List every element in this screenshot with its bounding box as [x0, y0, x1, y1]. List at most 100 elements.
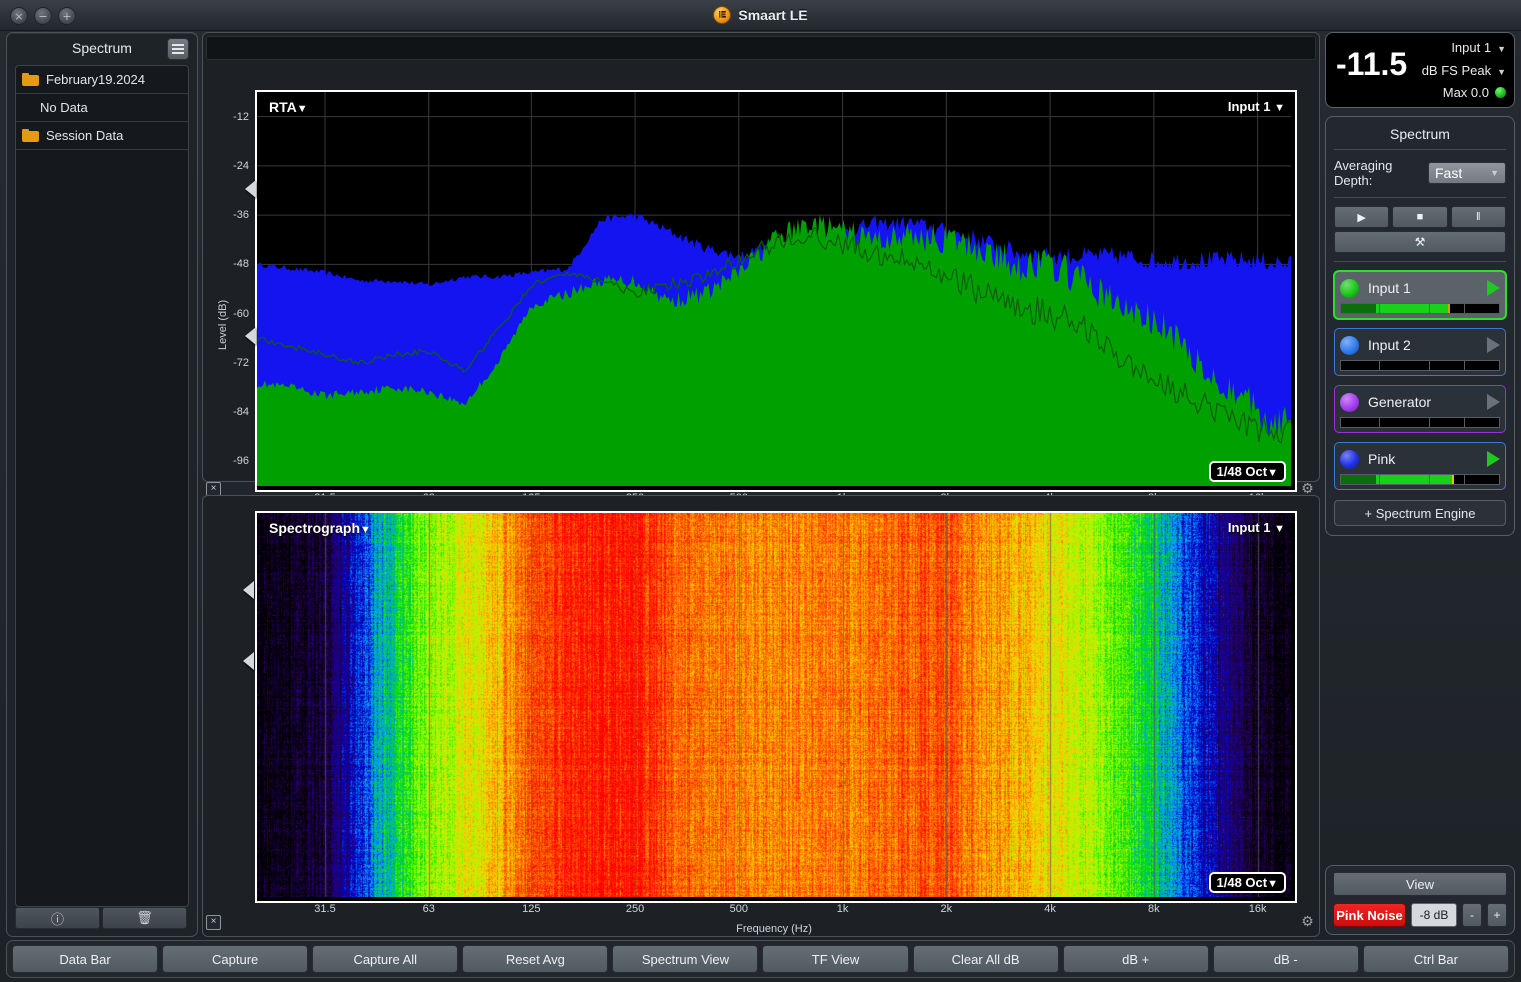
rta-y-tick: -84 [233, 406, 249, 419]
toolbar-button-ctrl-bar[interactable]: Ctrl Bar [1362, 945, 1509, 973]
spectrograph-settings-gear-icon[interactable]: ⚙ [1300, 914, 1315, 929]
info-icon[interactable]: ⓘ [15, 907, 100, 929]
list-item-session-data[interactable]: Session Data [16, 122, 188, 150]
channel-label: Generator [1368, 394, 1432, 410]
spectrograph-x-tick: 500 [729, 903, 748, 915]
smaart-logo-icon: IE [713, 6, 732, 24]
level-value: -11.5 [1336, 46, 1408, 82]
rta-graph [257, 92, 1291, 486]
rta-resolution-selector[interactable]: 1/48 Oct▼ [1208, 461, 1286, 482]
spectrum-panel-title: Spectrum [1390, 126, 1450, 142]
channel-color-icon [1340, 335, 1359, 355]
toolbar-button-data-bar[interactable]: Data Bar [12, 945, 159, 973]
spectrograph-close-icon[interactable]: × [206, 915, 221, 930]
view-button[interactable]: View [1333, 872, 1507, 896]
level-meter-readout: -11.5 Input 1 ▼ dB FS Peak ▼ Max 0.0 [1325, 32, 1515, 108]
averaging-depth-select[interactable]: Fast ▼ [1428, 162, 1506, 184]
trash-icon[interactable]: 🗑 [102, 907, 187, 929]
channel-input-2[interactable]: Input 2 [1334, 328, 1506, 376]
channel-input-1[interactable]: Input 1 [1334, 271, 1506, 319]
play-button[interactable]: ▶ [1334, 206, 1390, 228]
channel-label: Input 2 [1368, 337, 1411, 353]
toolbar-button-spectrum-view[interactable]: Spectrum View [612, 945, 759, 973]
add-spectrum-engine-button[interactable]: + Spectrum Engine [1334, 500, 1506, 526]
smaart-app-window: × − + IE Smaart LE Spectrum February19.2… [0, 0, 1521, 982]
chevron-down-icon: ▼ [1497, 67, 1506, 77]
channel-level-meter [1340, 417, 1500, 428]
chevron-down-icon: ▼ [360, 524, 371, 536]
spectrograph-x-tick: 16k [1248, 903, 1267, 915]
left-sidebar: Spectrum February19.2024 No Data Session… [6, 32, 198, 937]
toolbar-button-clear-all-db[interactable]: Clear All dB [912, 945, 1059, 973]
sidebar-header: Spectrum [7, 33, 197, 63]
spectrograph-plot[interactable]: Spectrograph▼ Input 1 ▼ 1/48 Oct▼ [255, 511, 1297, 903]
toolbar-button-db[interactable]: dB - [1212, 945, 1359, 973]
folder-icon [22, 129, 39, 142]
rta-y-tick: -96 [233, 455, 249, 468]
spectrograph-x-tick: 63 [422, 903, 435, 915]
list-item-label: Session Data [46, 128, 124, 143]
spectrograph-upper-threshold-handle[interactable] [243, 581, 254, 599]
chevron-down-icon: ▼ [1490, 168, 1499, 178]
rta-panel: Level (dB) -12 -24 -36 -48 -60 -72 -84 -96 RTA▼… [202, 32, 1320, 524]
list-item-no-data[interactable]: No Data [16, 94, 188, 122]
level-source-selector[interactable]: Input 1 ▼ [1451, 40, 1506, 55]
spectrograph-x-tick: 1k [836, 903, 849, 915]
channel-play-icon[interactable] [1487, 451, 1500, 467]
toolbar-button-db[interactable]: dB + [1062, 945, 1209, 973]
rta-y-tick: -36 [233, 209, 249, 222]
hamburger-icon[interactable] [167, 38, 189, 60]
channel-generator[interactable]: Generator [1334, 385, 1506, 433]
chevron-down-icon: ▼ [1267, 467, 1278, 479]
generator-level-decrement-button[interactable]: - [1462, 903, 1482, 927]
rta-title[interactable]: RTA▼ [269, 99, 308, 115]
generator-level-field[interactable]: -8 dB [1411, 903, 1457, 927]
chevron-down-icon: ▼ [1497, 44, 1506, 54]
channel-list: Input 1 Input 2 Generator Pink [1334, 271, 1506, 490]
stop-button[interactable]: ■ [1392, 206, 1448, 228]
rta-lower-threshold-handle[interactable] [245, 327, 256, 346]
spectrograph-x-tick: 4k [1044, 903, 1056, 915]
rta-settings-gear-icon[interactable]: ⚙ [1300, 481, 1315, 496]
folder-open-icon [22, 73, 39, 86]
channel-pink[interactable]: Pink [1334, 442, 1506, 490]
tools-button[interactable]: ⚒ [1334, 231, 1506, 253]
status-indicator-icon [1495, 87, 1506, 98]
spectrograph-lower-threshold-handle[interactable] [243, 652, 254, 670]
channel-play-icon[interactable] [1487, 337, 1500, 353]
pause-button[interactable]: ‖ [1450, 206, 1506, 228]
rta-y-tick: -48 [233, 258, 249, 271]
toolbar-button-capture-all[interactable]: Capture All [312, 945, 459, 973]
toolbar-button-tf-view[interactable]: TF View [762, 945, 909, 973]
sidebar-title: Spectrum [72, 40, 132, 56]
spectrograph-resolution-selector[interactable]: 1/48 Oct▼ [1208, 872, 1286, 893]
level-unit-selector[interactable]: dB FS Peak ▼ [1422, 63, 1506, 78]
list-item-session-folder[interactable]: February19.2024 [16, 66, 188, 94]
title-bar: × − + IE Smaart LE [0, 0, 1521, 31]
toolbar-button-capture[interactable]: Capture [162, 945, 309, 973]
view-panel: View Pink Noise -8 dB - + [1325, 865, 1515, 935]
chevron-down-icon: ▼ [1274, 102, 1285, 114]
channel-play-icon[interactable] [1487, 280, 1500, 296]
channel-level-meter [1340, 303, 1500, 314]
rta-upper-threshold-handle[interactable] [245, 179, 256, 198]
spectrograph-title[interactable]: Spectrograph▼ [269, 520, 371, 536]
rta-y-tick: -72 [233, 356, 249, 369]
transport-controls: ▶ ■ ‖ [1334, 206, 1506, 228]
spectrograph-x-tick: 31.5 [314, 903, 336, 915]
spectrograph-source-selector[interactable]: Input 1 ▼ [1228, 520, 1285, 535]
averaging-depth-label: Averaging Depth: [1334, 158, 1393, 188]
toolbar-button-reset-avg[interactable]: Reset Avg [462, 945, 609, 973]
rta-source-selector[interactable]: Input 1 ▼ [1228, 99, 1285, 114]
generator-level-increment-button[interactable]: + [1487, 903, 1507, 927]
channel-level-meter [1340, 474, 1500, 485]
rta-top-strip [206, 36, 1316, 60]
channel-color-icon [1340, 392, 1359, 412]
spectrograph-panel: Spectrograph▼ Input 1 ▼ 1/48 Oct▼ 31.5 63… [202, 495, 1320, 937]
channel-label: Input 1 [1368, 280, 1411, 296]
spectrograph-x-tick: 125 [522, 903, 541, 915]
rta-plot[interactable]: RTA▼ Input 1 ▼ 1/48 Oct▼ [255, 90, 1297, 492]
pink-noise-button[interactable]: Pink Noise [1333, 903, 1406, 927]
rta-y-tick: -12 [233, 110, 249, 123]
channel-play-icon[interactable] [1487, 394, 1500, 410]
